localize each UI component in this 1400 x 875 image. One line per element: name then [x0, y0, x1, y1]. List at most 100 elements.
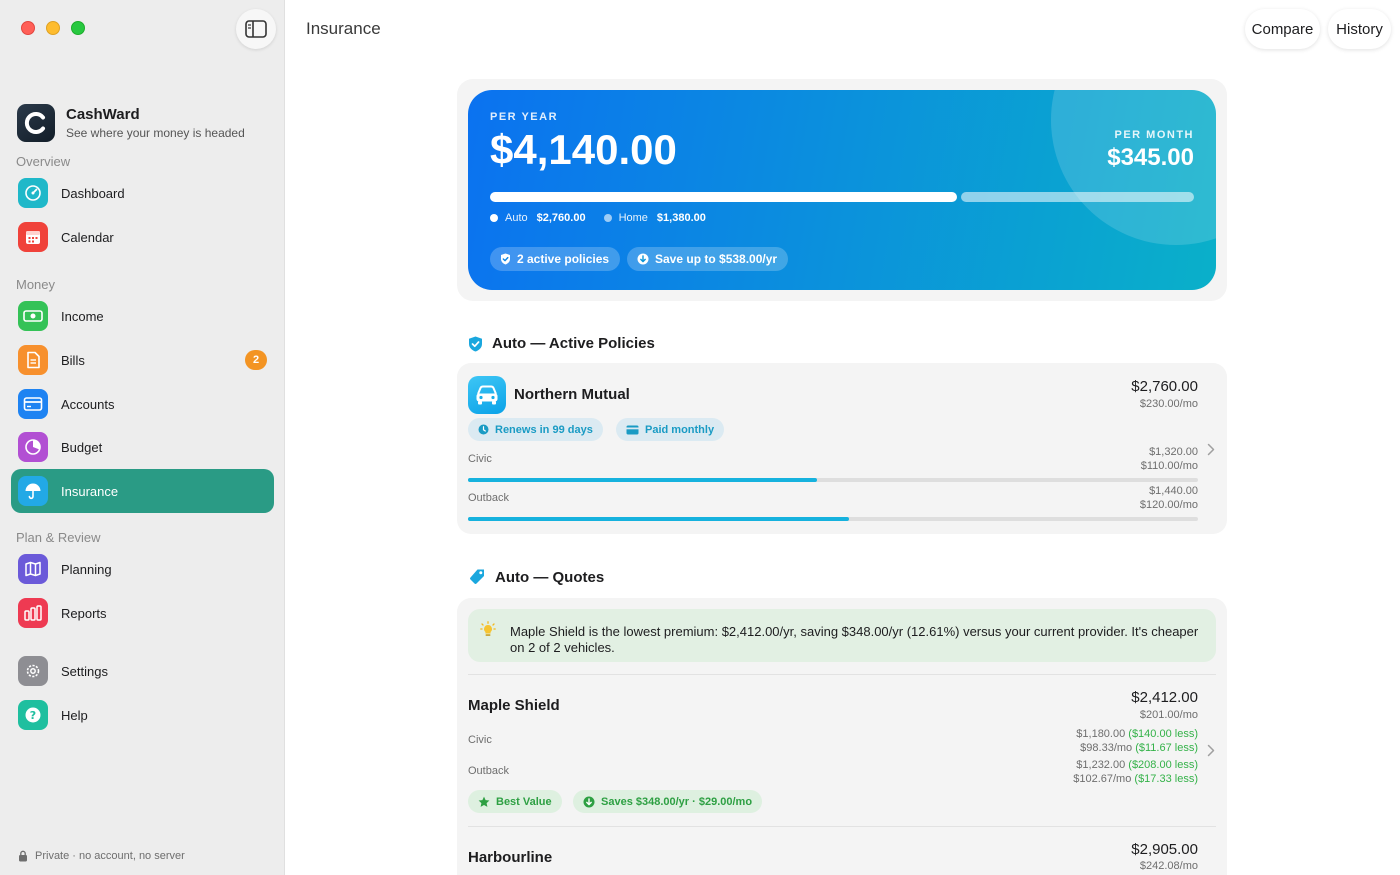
per-year-amount: $4,140.00 [490, 126, 677, 173]
sidebar-item-income[interactable]: Income [11, 294, 274, 338]
arrow-down-circle-icon [637, 253, 649, 265]
legend-auto-name: Auto [505, 212, 528, 224]
compare-button[interactable]: Compare [1245, 9, 1320, 49]
vehicle-annual-savings: ($208.00 less) [1128, 759, 1198, 771]
quote-annual: $2,905.00 [1131, 841, 1198, 858]
sidebar-item-insurance[interactable]: Insurance [11, 469, 274, 513]
sidebar-item-label: Budget [61, 439, 103, 455]
car-icon [468, 376, 506, 414]
vehicle-quote-amounts: $1,232.00 ($208.00 less) $102.67/mo ($17… [1073, 758, 1198, 786]
gear-icon [18, 656, 48, 686]
quotes-card: Maple Shield is the lowest premium: $2,4… [457, 598, 1227, 875]
chip-text: Paid monthly [645, 423, 715, 436]
sidebar-item-accounts[interactable]: Accounts [11, 382, 274, 426]
app-tagline: See where your money is headed [66, 126, 245, 140]
sidebar-item-dashboard[interactable]: Dashboard [11, 171, 274, 215]
section-title: Auto — Quotes [495, 568, 605, 586]
vehicle-monthly-savings: ($11.67 less) [1135, 742, 1198, 754]
cashward-logo-icon [17, 104, 55, 142]
chevron-right-icon[interactable] [1207, 744, 1215, 757]
pie-icon [18, 432, 48, 462]
chevron-right-icon[interactable] [1207, 443, 1215, 456]
sidebar-item-planning[interactable]: Planning [11, 547, 274, 591]
sidebar-item-label: Accounts [61, 396, 115, 412]
sidebar-item-label: Help [61, 707, 88, 723]
card-icon [626, 425, 639, 434]
calendar-icon [18, 222, 48, 252]
bar-chart-icon [18, 598, 48, 628]
quote-monthly: $201.00/mo [1139, 709, 1198, 721]
vehicle-share-fill [468, 517, 850, 521]
legend-home-amount: $1,380.00 [656, 212, 706, 224]
question-icon: ? [18, 700, 48, 730]
sidebar-toggle-button[interactable] [236, 9, 276, 49]
per-month-label: PER MONTH [1114, 129, 1194, 141]
gauge-icon [18, 178, 48, 208]
sidebar-item-label: Calendar [61, 229, 114, 245]
privacy-text: Private · no account, no server [35, 850, 185, 862]
chip-text: Saves $348.00/yr · $29.00/mo [601, 795, 753, 808]
brand: CashWard See where your money is headed [17, 104, 245, 142]
sidebar-item-label: Income [61, 308, 104, 324]
vehicle-name: Outback [468, 765, 509, 777]
savings-chip: Saves $348.00/yr · $29.00/mo [573, 790, 763, 813]
history-button[interactable]: History [1328, 9, 1391, 49]
sidebar-item-bills[interactable]: Bills 2 [11, 338, 274, 382]
vehicle-annual: $1,320.00 [1149, 446, 1198, 458]
active-policy-card[interactable]: Northern Mutual $2,760.00 $230.00/mo Ren… [457, 363, 1227, 534]
active-policies-heading: Auto — Active Policies [468, 335, 655, 352]
vehicle-annual: $1,232.00 [1076, 759, 1126, 771]
card-icon [18, 389, 48, 419]
vehicle-monthly-savings: ($17.33 less) [1134, 773, 1198, 785]
home-share-bar [961, 192, 1194, 202]
sidebar-item-settings[interactable]: Settings [11, 649, 274, 693]
sidebar-item-reports[interactable]: Reports [11, 591, 274, 635]
star-icon [478, 796, 490, 807]
renewal-chip: Renews in 99 days [468, 418, 603, 441]
quotes-heading: Auto — Quotes [468, 568, 604, 586]
bills-count-badge: 2 [245, 350, 267, 370]
sidebar-item-label: Settings [61, 663, 108, 679]
breakdown-legend: Auto $2,760.00 Home $1,380.00 [490, 212, 724, 224]
per-year-label: PER YEAR [490, 111, 559, 123]
sidebar-item-label: Planning [61, 561, 112, 577]
section-plan-review: Plan & Review [16, 530, 101, 545]
vehicle-monthly: $102.67/mo [1073, 773, 1132, 785]
lightbulb-icon [480, 621, 496, 636]
document-icon [18, 345, 48, 375]
close-window-button[interactable] [21, 21, 35, 35]
payment-chip: Paid monthly [616, 418, 725, 441]
minimize-window-button[interactable] [46, 21, 60, 35]
sidebar-item-calendar[interactable]: Calendar [11, 215, 274, 259]
sidebar-item-budget[interactable]: Budget [11, 425, 274, 469]
auto-legend-dot [490, 214, 498, 222]
vehicle-annual: $1,180.00 [1076, 728, 1126, 740]
home-legend-dot [603, 214, 612, 222]
banknote-icon [18, 301, 48, 331]
vehicle-monthly: $110.00/mo [1140, 460, 1198, 472]
pill-text: Save up to $538.00/yr [655, 252, 778, 266]
legend-home-name: Home [618, 212, 648, 224]
vehicle-monthly: $98.33/mo [1080, 742, 1133, 754]
sidebar-item-label: Dashboard [61, 185, 125, 201]
sidebar-item-label: Reports [61, 605, 107, 621]
provider-name: Northern Mutual [514, 386, 630, 403]
zoom-window-button[interactable] [71, 21, 85, 35]
vehicle-name: Outback [468, 492, 509, 504]
best-value-chip: Best Value [468, 790, 562, 813]
map-icon [18, 554, 48, 584]
umbrella-icon [18, 476, 48, 506]
app-name: CashWard [66, 106, 140, 123]
savings-pill: Save up to $538.00/yr [627, 247, 789, 271]
vehicle-quote-amounts: $1,180.00 ($140.00 less) $98.33/mo ($11.… [1076, 727, 1198, 755]
shield-check-icon [469, 336, 482, 351]
summary-hero: PER YEAR $4,140.00 PER MONTH $345.00 Aut… [468, 90, 1216, 290]
sidebar-item-help[interactable]: ? Help [11, 693, 274, 737]
provider-name: Maple Shield [468, 697, 560, 714]
section-money: Money [16, 277, 56, 292]
section-overview: Overview [16, 154, 71, 169]
sidebar-item-label: Bills [61, 352, 85, 368]
active-policies-pill: 2 active policies [490, 247, 621, 271]
clock-icon [478, 424, 489, 435]
vehicle-amounts: $1,320.00 $110.00/mo [1141, 445, 1198, 473]
